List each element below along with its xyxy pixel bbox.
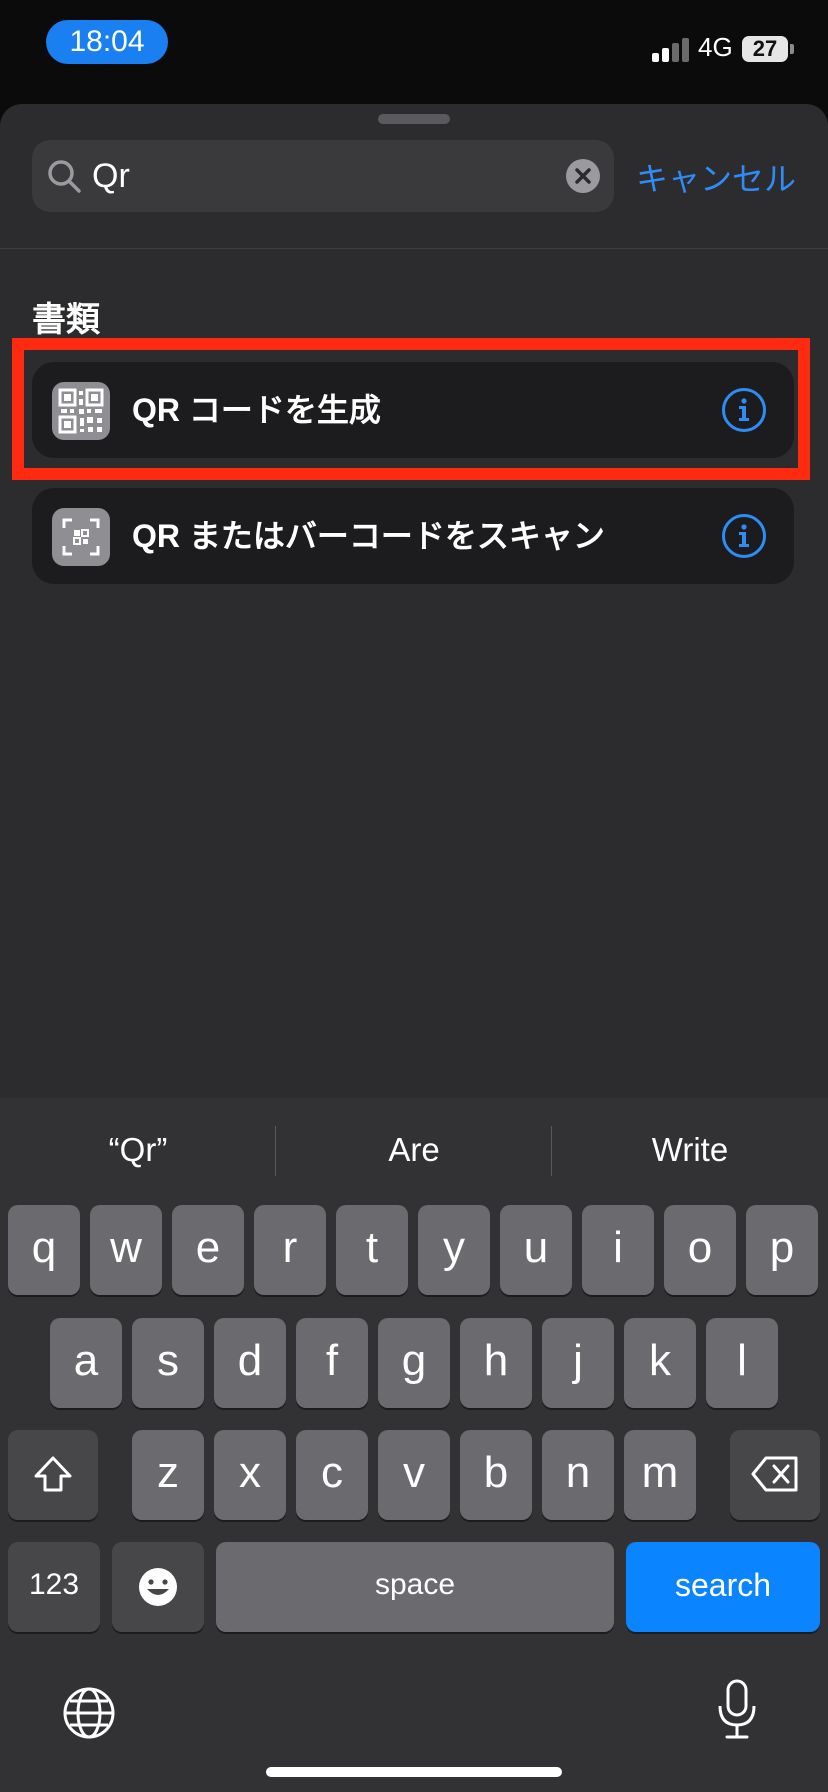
- key[interactable]: v: [378, 1430, 450, 1520]
- section-title: 書類: [32, 301, 100, 339]
- battery-tip: [790, 44, 794, 54]
- close-icon: [575, 168, 591, 184]
- key[interactable]: p: [746, 1205, 818, 1295]
- emoji-key[interactable]: [112, 1542, 204, 1632]
- search-key[interactable]: search: [626, 1542, 820, 1632]
- key[interactable]: g: [378, 1318, 450, 1408]
- info-button[interactable]: [722, 514, 766, 558]
- key[interactable]: h: [460, 1318, 532, 1408]
- status-time: 18:04: [46, 20, 168, 64]
- key[interactable]: k: [624, 1318, 696, 1408]
- key[interactable]: b: [460, 1430, 532, 1520]
- key[interactable]: n: [542, 1430, 614, 1520]
- search-field[interactable]: [32, 140, 614, 212]
- key[interactable]: o: [664, 1205, 736, 1295]
- search-icon: [48, 160, 81, 193]
- key[interactable]: j: [542, 1318, 614, 1408]
- key[interactable]: e: [172, 1205, 244, 1295]
- backspace-icon: [751, 1456, 798, 1492]
- sheet-grabber[interactable]: [378, 114, 450, 124]
- cancel-button[interactable]: キャンセル: [636, 154, 796, 200]
- info-icon: [739, 524, 749, 547]
- suggestion-item[interactable]: Write: [552, 1098, 828, 1202]
- result-label: QR またはバーコードをスキャン: [132, 518, 605, 554]
- highlight-box: [12, 338, 810, 480]
- key[interactable]: x: [214, 1430, 286, 1520]
- emoji-icon: [139, 1568, 177, 1606]
- key[interactable]: s: [132, 1318, 204, 1408]
- key[interactable]: d: [214, 1318, 286, 1408]
- qr-scan-icon: [52, 508, 110, 566]
- key[interactable]: w: [90, 1205, 162, 1295]
- key[interactable]: y: [418, 1205, 490, 1295]
- search-input[interactable]: [92, 140, 552, 212]
- result-scan-qr-or-barcode[interactable]: QR またはバーコードをスキャン: [32, 488, 794, 584]
- key[interactable]: u: [500, 1205, 572, 1295]
- signal-icon: [652, 36, 690, 62]
- suggestion-item[interactable]: “Qr”: [0, 1098, 276, 1202]
- suggestion-bar: “Qr” Are Write: [0, 1098, 828, 1202]
- home-indicator[interactable]: [266, 1767, 562, 1777]
- suggestion-item[interactable]: Are: [276, 1098, 552, 1202]
- status-bar: 18:04 4G 27: [0, 0, 828, 100]
- shift-key[interactable]: [8, 1430, 98, 1520]
- key[interactable]: a: [50, 1318, 122, 1408]
- shift-icon: [34, 1456, 72, 1492]
- key[interactable]: m: [624, 1430, 696, 1520]
- clear-search-button[interactable]: [566, 159, 600, 193]
- key[interactable]: i: [582, 1205, 654, 1295]
- delete-key[interactable]: [730, 1430, 820, 1520]
- space-key[interactable]: space: [216, 1542, 614, 1632]
- globe-icon[interactable]: [62, 1686, 116, 1740]
- numbers-key[interactable]: 123: [8, 1542, 100, 1632]
- key[interactable]: c: [296, 1430, 368, 1520]
- microphone-icon[interactable]: [712, 1678, 762, 1742]
- key[interactable]: r: [254, 1205, 326, 1295]
- divider: [0, 248, 828, 249]
- key[interactable]: f: [296, 1318, 368, 1408]
- key[interactable]: q: [8, 1205, 80, 1295]
- key[interactable]: z: [132, 1430, 204, 1520]
- key[interactable]: t: [336, 1205, 408, 1295]
- network-type: 4G: [698, 32, 733, 62]
- key[interactable]: l: [706, 1318, 778, 1408]
- battery-icon: 27: [742, 36, 788, 62]
